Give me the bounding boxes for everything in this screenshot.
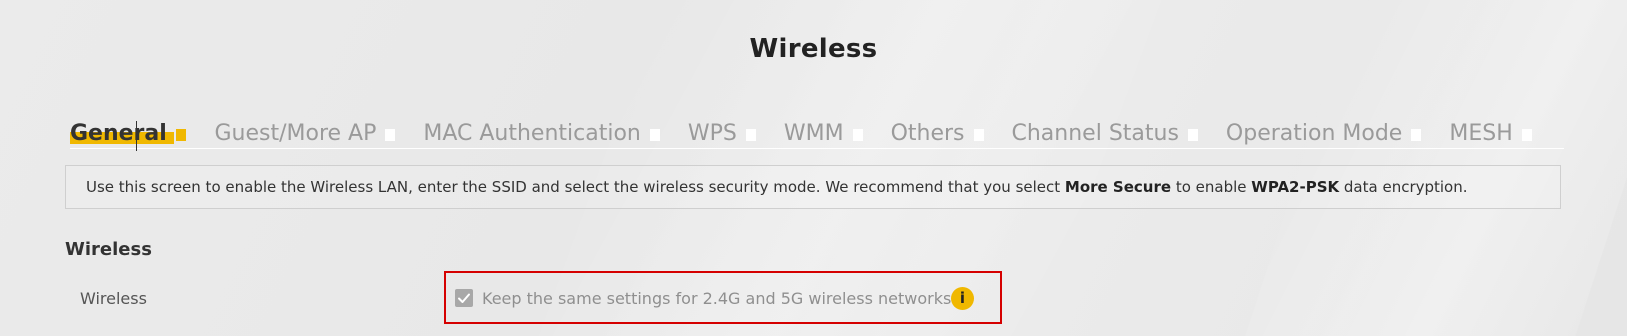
section-title: Wireless: [65, 239, 152, 260]
tab-operation-mode[interactable]: Operation Mode: [1226, 121, 1421, 148]
tab-label: Others: [890, 121, 965, 146]
tab-label: Channel Status: [1011, 121, 1179, 146]
tab-label: WMM: [783, 121, 844, 146]
tab-label: MESH: [1449, 121, 1513, 146]
tab-label: MAC Authentication: [423, 121, 641, 146]
tab-others[interactable]: Others: [891, 121, 984, 148]
tab-general[interactable]: General: [70, 121, 186, 151]
tab-guest-more-ap[interactable]: Guest/More AP: [214, 121, 395, 148]
info-description-box: Use this screen to enable the Wireless L…: [65, 165, 1561, 209]
tab-label: General: [70, 121, 167, 146]
tab-channel-status[interactable]: Channel Status: [1012, 121, 1198, 148]
page-title: Wireless: [749, 34, 878, 64]
tab-mac-authentication[interactable]: MAC Authentication: [423, 121, 660, 148]
tab-label: Guest/More AP: [214, 121, 377, 146]
info-icon[interactable]: i: [951, 287, 974, 310]
wireless-field-label: Wireless: [80, 289, 147, 308]
info-bold-more-secure: More Secure: [1064, 178, 1172, 196]
tab-bar: General Guest/More AP MAC Authentication…: [70, 118, 1564, 151]
tab-wps[interactable]: WPS: [688, 121, 756, 148]
same-settings-checkbox[interactable]: [455, 289, 473, 307]
same-settings-checkbox-label[interactable]: Keep the same settings for 2.4G and 5G w…: [482, 289, 951, 308]
info-text: data encryption.: [1339, 178, 1468, 196]
info-bold-wpa2-psk: WPA2-PSK: [1251, 178, 1340, 196]
tab-wmm[interactable]: WMM: [784, 121, 863, 148]
info-text: to enable: [1171, 178, 1252, 196]
tab-label: Operation Mode: [1225, 121, 1403, 146]
checkmark-icon: [458, 293, 470, 303]
tab-label: WPS: [687, 121, 737, 146]
tab-mesh[interactable]: MESH: [1449, 121, 1531, 148]
info-text: Use this screen to enable the Wireless L…: [86, 178, 1065, 196]
